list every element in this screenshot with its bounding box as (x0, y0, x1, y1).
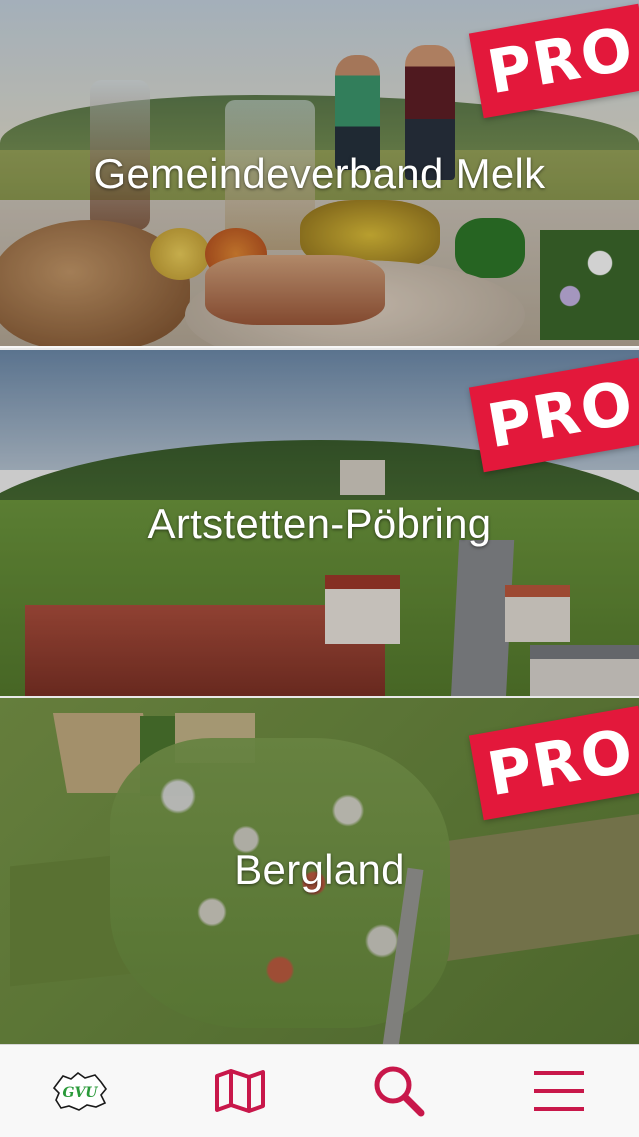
hamburger-menu-icon (534, 1071, 585, 1111)
card-title: Gemeindeverband Melk (93, 150, 546, 197)
gvu-logo-text: GVU (62, 1085, 98, 1101)
tab-map[interactable] (185, 1051, 295, 1131)
tab-menu[interactable] (504, 1051, 614, 1131)
card-title: Bergland (234, 846, 405, 893)
community-list: Gemeindeverband Melk PRO Artstetten-Pöbr… (0, 0, 639, 1044)
community-card-gemeindeverband-melk[interactable]: Gemeindeverband Melk PRO (0, 0, 639, 346)
map-icon (214, 1069, 265, 1113)
tab-home[interactable]: GVU (25, 1051, 135, 1131)
card-title: Artstetten-Pöbring (147, 500, 492, 547)
community-card-artstetten-poebring[interactable]: Artstetten-Pöbring PRO (0, 348, 639, 696)
gvu-logo-icon: GVU (52, 1071, 107, 1111)
community-card-bergland[interactable]: Bergland PRO (0, 696, 639, 1044)
bottom-tab-bar: GVU (0, 1044, 639, 1137)
search-icon (374, 1066, 425, 1117)
tab-search[interactable] (344, 1051, 454, 1131)
